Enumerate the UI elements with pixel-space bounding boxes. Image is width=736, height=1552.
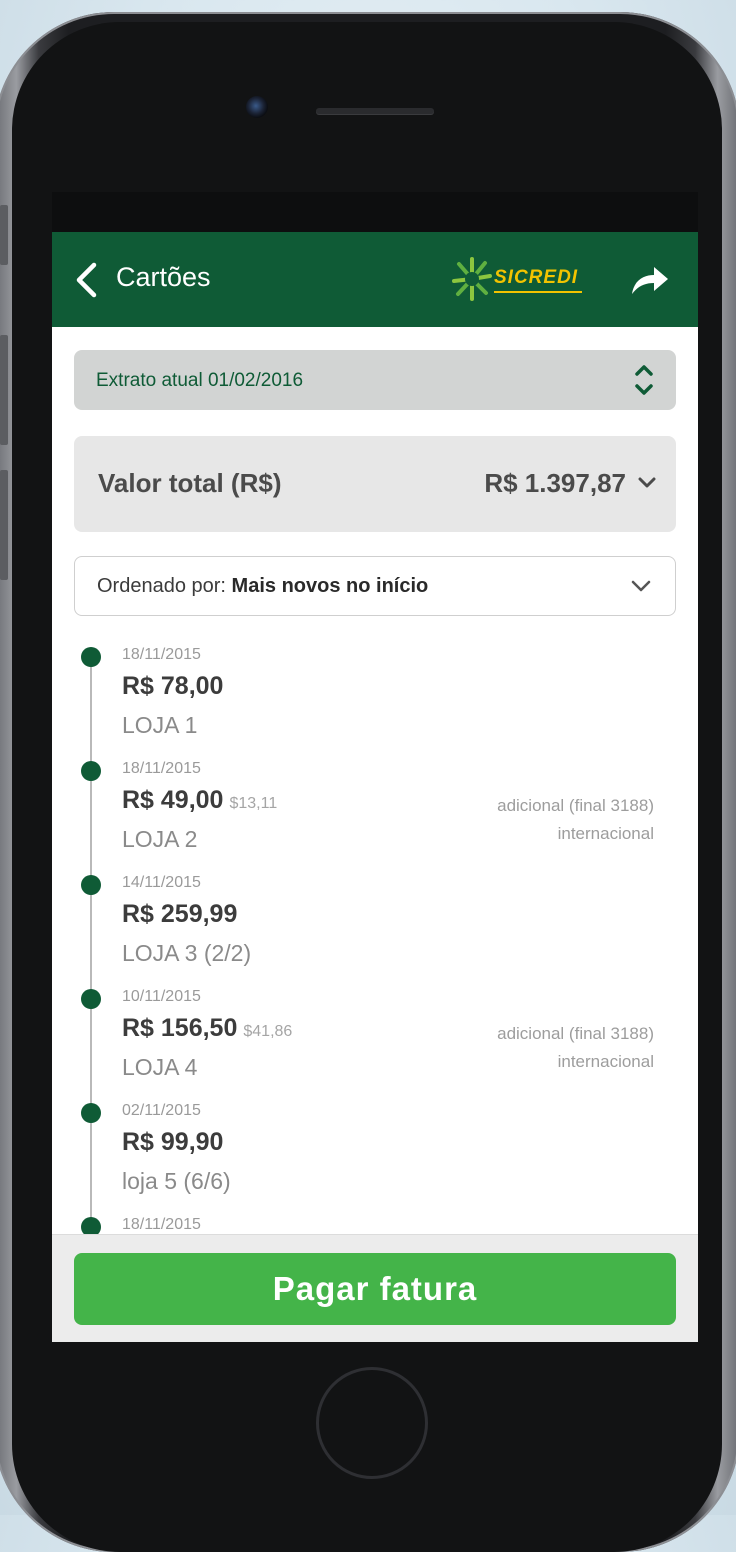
logo-underline — [494, 291, 582, 293]
timeline-dot — [81, 875, 101, 895]
sort-selected-value: Mais novos no início — [231, 575, 429, 597]
transaction-amount: R$ 99,90 — [122, 1128, 223, 1157]
sort-text: Ordenado por: Mais novos no início — [97, 575, 428, 598]
transaction-amount-value: R$ 156,50 — [122, 1014, 238, 1042]
statement-selector[interactable]: Extrato atual 01/02/2016 — [74, 350, 676, 410]
transaction-amount: R$ 259,99 — [122, 900, 237, 929]
earpiece-speaker — [316, 108, 434, 114]
transaction-store: LOJA 1 — [122, 712, 198, 738]
pay-invoice-button[interactable]: Pagar fatura — [74, 1253, 676, 1325]
transaction-international: internacional — [557, 1052, 654, 1071]
logo-wordmark: SICREDI — [494, 267, 579, 288]
transaction-foreign-amount: $41,86 — [243, 1023, 293, 1040]
transaction-amount: R$ 78,00 — [122, 672, 223, 701]
transaction-date: 18/11/2015 — [122, 1216, 201, 1233]
app-header: Cartões SICREDI — [52, 232, 698, 327]
transaction-amount-value: R$ 259,99 — [122, 900, 238, 928]
chevron-down-icon — [638, 477, 656, 488]
phone-mute-switch — [0, 205, 8, 265]
home-button[interactable] — [316, 1367, 428, 1479]
sicredi-burst-icon — [452, 257, 492, 301]
sort-dropdown[interactable]: Ordenado por: Mais novos no início — [74, 556, 676, 616]
transaction-store: loja 5 (6/6) — [122, 1168, 231, 1194]
transaction-store: LOJA 4 — [122, 1054, 198, 1080]
share-icon[interactable] — [628, 262, 670, 298]
statement-selected-value: Extrato atual 01/02/2016 — [96, 370, 304, 391]
transaction-date: 18/11/2015 — [122, 646, 201, 663]
transaction-item[interactable]: 18/11/2015 R$ 78,00 LOJA 1 — [52, 632, 698, 746]
transaction-date: 10/11/2015 — [122, 988, 201, 1005]
transaction-card: adicional (final 3188) — [497, 796, 654, 815]
transaction-amount-value: R$ 49,00 — [122, 786, 224, 814]
total-label: Valor total (R$) — [98, 468, 282, 498]
sort-prefix: Ordenado por: — [97, 575, 226, 597]
transaction-item[interactable]: 02/11/2015 R$ 99,90 loja 5 (6/6) — [52, 1088, 698, 1202]
transaction-date: 02/11/2015 — [122, 1102, 201, 1119]
timeline-dot — [81, 647, 101, 667]
total-summary[interactable]: Valor total (R$) R$ 1.397,87 — [74, 436, 676, 532]
transaction-item[interactable]: 14/11/2015 R$ 259,99 LOJA 3 (2/2) — [52, 860, 698, 974]
transaction-date: 18/11/2015 — [122, 760, 201, 777]
chevron-left-icon[interactable] — [74, 262, 100, 298]
phone-volume-down — [0, 470, 8, 580]
transaction-store: LOJA 3 (2/2) — [122, 940, 252, 966]
phone-volume-up — [0, 335, 8, 445]
front-camera — [246, 96, 268, 118]
sicredi-logo: SICREDI — [450, 254, 590, 304]
back-label[interactable]: Cartões — [116, 262, 211, 293]
transaction-item[interactable]: 10/11/2015 R$ 156,50 $41,86 LOJA 4 adicio… — [52, 974, 698, 1088]
transaction-timeline: 18/11/2015 R$ 78,00 LOJA 1 18/11/2015 R$… — [52, 632, 698, 1256]
transaction-amount-value: R$ 99,90 — [122, 1128, 224, 1156]
timeline-dot — [81, 761, 101, 781]
transaction-amount-value: R$ 78,00 — [122, 672, 224, 700]
transaction-amount: R$ 156,50 $41,86 — [122, 1014, 292, 1043]
timeline-dot — [81, 989, 101, 1009]
transaction-date: 14/11/2015 — [122, 874, 201, 891]
transaction-item[interactable]: 18/11/2015 R$ 49,00 $13,11 LOJA 2 adicion… — [52, 746, 698, 860]
transaction-amount: R$ 49,00 $13,11 — [122, 786, 277, 815]
total-value: R$ 1.397,87 — [484, 468, 626, 498]
footer-bar: Pagar fatura — [52, 1234, 698, 1342]
transaction-card: adicional (final 3188) — [497, 1024, 654, 1043]
transaction-international: internacional — [557, 824, 654, 843]
chevron-up-down-icon — [635, 365, 653, 395]
transaction-store: LOJA 2 — [122, 826, 198, 852]
app-screen: Cartões SICREDI Extrato atual 01/02/2016… — [52, 192, 698, 1342]
chevron-down-icon — [631, 580, 651, 592]
status-bar — [52, 192, 698, 232]
transaction-foreign-amount: $13,11 — [229, 795, 278, 812]
timeline-dot — [81, 1103, 101, 1123]
